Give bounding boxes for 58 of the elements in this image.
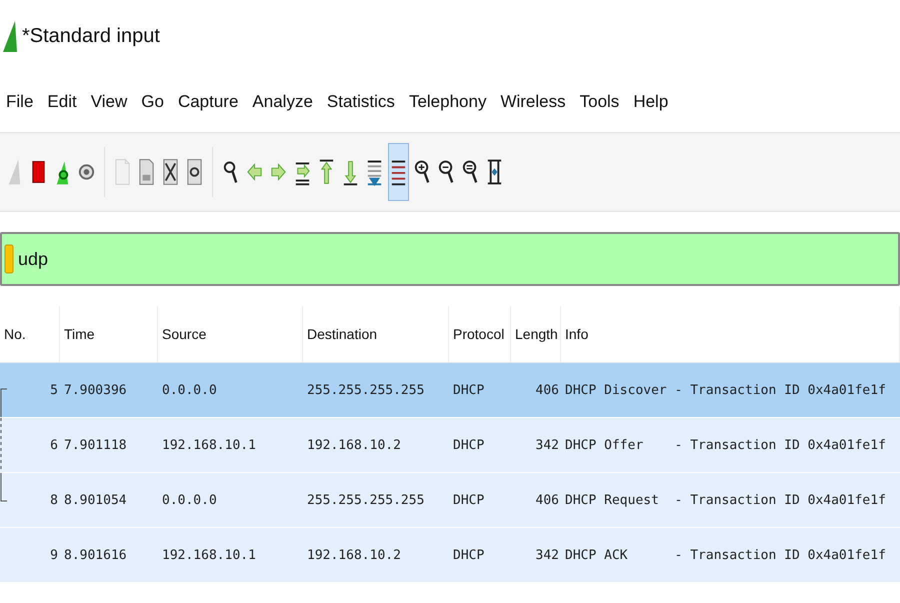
- column-header[interactable]: Destination: [303, 306, 449, 362]
- menu-item[interactable]: Capture: [178, 92, 238, 112]
- table-cell-text: 192.168.10.1: [161, 438, 257, 452]
- table-cell-text: DHCP Discover - Transaction ID 0x4a01fe1f: [564, 382, 887, 398]
- column-header[interactable]: No.: [0, 306, 60, 362]
- table-cell-text: 342: [534, 548, 560, 562]
- window-title: *Standard input: [22, 24, 160, 48]
- menu-item[interactable]: Edit: [47, 92, 77, 112]
- table-cell-text: 7.901118: [63, 438, 128, 452]
- column-header[interactable]: Length: [511, 306, 561, 362]
- packet-row[interactable]: 9 8.901616 192.168.10.1 192.168.10.2 DHCP 342 DHCP ACK - Transaction ID 0x4a01fe1f: [0, 528, 900, 583]
- table-cell-text: 8.901054: [63, 492, 128, 508]
- table-cell-text: 0.0.0.0: [161, 382, 218, 398]
- table-cell-text: DHCP: [452, 492, 486, 508]
- table-cell-text: 255.255.255.255: [306, 492, 426, 508]
- table-cell-text: 406: [534, 492, 560, 508]
- table-cell-text: DHCP: [452, 382, 486, 398]
- bookmark-icon: [4, 244, 14, 274]
- table-cell-text: DHCP ACK - Transaction ID 0x4a01fe1f: [564, 548, 887, 562]
- menu-item[interactable]: Wireless: [500, 92, 566, 112]
- table-cell-text: 342: [534, 438, 560, 452]
- column-header[interactable]: Info: [561, 306, 900, 362]
- column-header[interactable]: Protocol: [449, 306, 511, 362]
- table-cell-text: DHCP: [452, 548, 486, 562]
- menu-item[interactable]: Statistics: [326, 92, 395, 112]
- toolbar-button[interactable]: [388, 143, 409, 201]
- menu-item[interactable]: Help: [633, 92, 668, 112]
- table-cell-text: 192.168.10.2: [306, 438, 402, 452]
- table-cell-text: DHCP Offer - Transaction ID 0x4a01fe1f: [564, 438, 887, 452]
- menu-item[interactable]: File: [6, 92, 34, 112]
- related-end-icon: [0, 473, 8, 503]
- column-header[interactable]: Time: [60, 306, 158, 362]
- menu-item[interactable]: Go: [141, 92, 164, 112]
- menu-item[interactable]: Tools: [580, 92, 620, 112]
- table-cell-text: 192.168.10.2: [306, 548, 402, 562]
- packet-row[interactable]: 8 8.901054 0.0.0.0 255.255.255.255 DHCP 406 DHCP Request - Transaction ID 0x4a01fe1f: [0, 473, 900, 528]
- related-line-icon: [0, 418, 2, 472]
- table-cell-text: 8.901616: [63, 548, 128, 562]
- table-cell-text: 0.0.0.0: [161, 492, 218, 508]
- table-cell-text: DHCP: [452, 438, 486, 452]
- related-start-icon: [0, 387, 8, 417]
- menu-item[interactable]: Analyze: [252, 92, 313, 112]
- table-cell-text: 192.168.10.1: [161, 548, 257, 562]
- table-cell-text: 9: [49, 548, 59, 562]
- table-cell-text: 406: [534, 382, 560, 398]
- packet-row[interactable]: 6 7.901118 192.168.10.1 192.168.10.2 DHCP 342 DHCP Offer - Transaction ID 0x4a01fe1f: [0, 418, 900, 473]
- table-cell-text: 6: [49, 438, 59, 452]
- menu-item[interactable]: View: [90, 92, 128, 112]
- table-cell-text: 7.900396: [63, 382, 128, 398]
- column-header[interactable]: Source: [158, 306, 303, 362]
- display-filter-field[interactable]: udp: [0, 232, 900, 286]
- packet-row[interactable]: 5 7.900396 0.0.0.0 255.255.255.255 DHCP 406 DHCP Discover - Transaction ID 0x4a01fe1f: [0, 363, 900, 418]
- table-cell-text: 255.255.255.255: [306, 382, 426, 398]
- table-cell-text: 8: [49, 492, 59, 508]
- table-cell-text: DHCP Request - Transaction ID 0x4a01fe1f: [564, 492, 887, 508]
- menu-item[interactable]: Telephony: [408, 92, 486, 112]
- table-cell-text: 5: [49, 382, 59, 398]
- shark-fin-icon: [2, 19, 18, 53]
